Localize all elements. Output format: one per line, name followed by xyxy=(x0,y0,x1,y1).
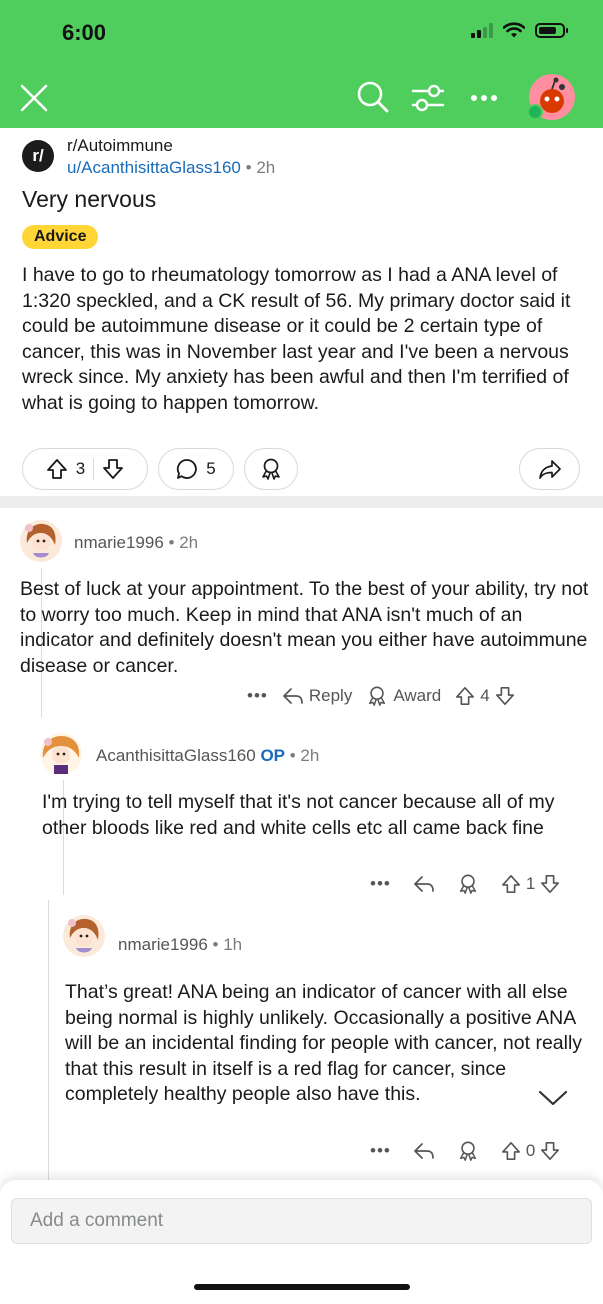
comment-actions: ••• 0 xyxy=(370,1140,560,1162)
home-indicator[interactable] xyxy=(194,1284,410,1290)
comment-age: 2h xyxy=(300,746,320,765)
post-body: I have to go to rheumatology tomorrow as… xyxy=(22,264,571,414)
more-icon xyxy=(471,95,497,101)
post-vote-count: 3 xyxy=(75,459,86,478)
search-button[interactable] xyxy=(354,78,392,116)
downvote-icon[interactable] xyxy=(495,686,515,706)
add-comment-input[interactable] xyxy=(11,1198,592,1244)
meta-dot: • xyxy=(245,158,252,177)
vote-count: 0 xyxy=(525,1141,536,1160)
award-button[interactable] xyxy=(244,448,298,490)
share-button[interactable] xyxy=(519,448,580,490)
downvote-icon[interactable] xyxy=(540,1141,560,1161)
comment-avatar[interactable] xyxy=(19,519,63,563)
vote-group: 4 xyxy=(455,686,514,706)
vote-group: 1 xyxy=(501,874,560,894)
comment-author[interactable]: nmarie1996 xyxy=(118,935,208,954)
thread-line[interactable] xyxy=(48,900,49,1180)
avatar-icon xyxy=(20,520,62,562)
upvote-icon[interactable] xyxy=(455,686,475,706)
avatar-icon xyxy=(40,733,82,775)
comment-author[interactable]: nmarie1996 xyxy=(74,533,164,552)
post-age: 2h xyxy=(256,158,276,177)
avatar-icon xyxy=(63,915,105,957)
search-icon xyxy=(357,81,389,113)
downvote-icon[interactable] xyxy=(540,874,560,894)
comment-actions: ••• 1 xyxy=(370,873,560,895)
comment-icon xyxy=(177,459,198,479)
award-icon[interactable] xyxy=(457,873,479,895)
comment-body: I'm trying to tell myself that it's not … xyxy=(42,791,555,839)
close-icon xyxy=(20,84,48,112)
award-icon[interactable] xyxy=(457,1140,479,1162)
comment-body: Best of luck at your appointment. To the… xyxy=(20,578,589,677)
vote-group: 0 xyxy=(501,1141,560,1161)
filter-icon xyxy=(411,84,445,112)
upvote-icon[interactable] xyxy=(501,1141,521,1161)
vote-separator xyxy=(93,458,95,480)
award-icon xyxy=(369,686,386,706)
vote-count: 4 xyxy=(480,686,490,705)
post-comment-count: 5 xyxy=(206,459,216,478)
comment-author-row: AcanthisittaGlass160 OP • 2h xyxy=(96,746,319,766)
comment-avatar[interactable] xyxy=(62,914,106,958)
battery-icon xyxy=(535,22,568,38)
signal-icon xyxy=(471,22,493,38)
meta-dot: • xyxy=(289,746,296,765)
comment-body: That’s great! ANA being an indicator of … xyxy=(65,981,583,1105)
meta-dot: • xyxy=(212,935,219,954)
more-options-button[interactable]: ••• xyxy=(370,1141,391,1161)
comment-actions: ••• Reply Award 4 xyxy=(247,685,515,707)
subreddit-name[interactable]: r/Autoimmune xyxy=(67,136,173,156)
op-badge: OP xyxy=(260,746,285,765)
more-options-button[interactable]: ••• xyxy=(370,874,391,894)
meta-dot: • xyxy=(168,533,175,552)
online-indicator xyxy=(527,104,543,120)
award-button[interactable]: Award xyxy=(366,685,441,707)
expand-button[interactable] xyxy=(529,1074,577,1122)
section-divider xyxy=(0,496,603,508)
reply-icon[interactable] xyxy=(413,1141,435,1161)
app-header: 6:00 xyxy=(0,0,603,128)
reply-icon xyxy=(283,688,303,704)
status-time: 6:00 xyxy=(62,20,107,45)
user-avatar[interactable] xyxy=(527,74,575,120)
vote-pill: 3 xyxy=(22,448,148,490)
post-meta: u/AcanthisittaGlass160 • 2h xyxy=(67,158,275,178)
vote-count: 1 xyxy=(525,874,536,893)
comments-button[interactable]: 5 xyxy=(158,448,234,490)
post-flair[interactable]: Advice xyxy=(22,225,99,249)
reply-button[interactable]: Reply xyxy=(282,686,352,706)
comment-avatar[interactable] xyxy=(39,732,83,776)
upvote-icon[interactable] xyxy=(46,458,68,480)
close-button[interactable] xyxy=(16,80,52,116)
downvote-icon[interactable] xyxy=(102,458,124,480)
award-label: Award xyxy=(393,686,442,705)
filter-button[interactable] xyxy=(410,80,446,116)
chevron-down-icon xyxy=(538,1090,568,1106)
wifi-icon xyxy=(503,22,525,38)
subreddit-icon[interactable]: r/ xyxy=(22,140,54,172)
post-title: Very nervous xyxy=(22,186,157,212)
more-options-button[interactable] xyxy=(466,84,502,112)
reply-label: Reply xyxy=(308,686,353,705)
comment-author[interactable]: AcanthisittaGlass160 xyxy=(96,746,256,765)
status-icons xyxy=(471,22,568,38)
reply-icon[interactable] xyxy=(413,874,435,894)
more-options-button[interactable]: ••• xyxy=(247,686,268,706)
award-icon xyxy=(262,458,280,480)
post-author[interactable]: u/AcanthisittaGlass160 xyxy=(67,158,241,177)
comment-age: 2h xyxy=(179,533,199,552)
share-icon xyxy=(538,460,561,479)
upvote-icon[interactable] xyxy=(501,874,521,894)
comment-age: 1h xyxy=(223,935,243,954)
comment-author-row: nmarie1996 • 2h xyxy=(74,533,198,553)
comment-author-row: nmarie1996 • 1h xyxy=(118,935,242,955)
